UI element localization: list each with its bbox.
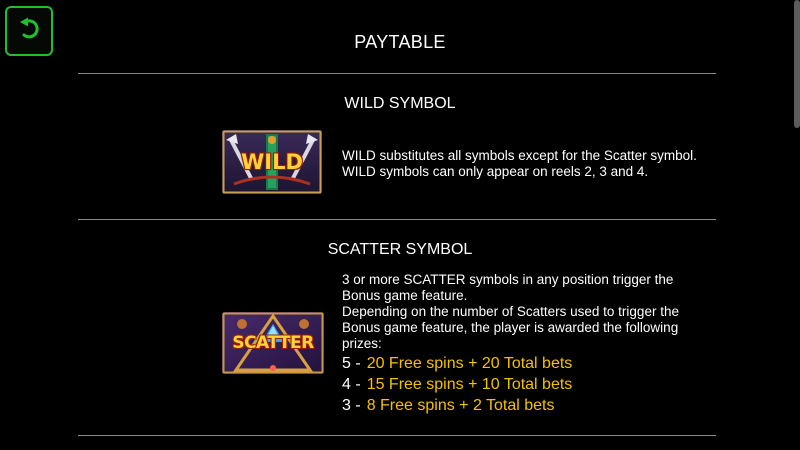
scatter-desc-line: 3 or more SCATTER symbols in any positio… [342, 272, 674, 287]
divider [78, 435, 716, 436]
divider [78, 73, 716, 74]
prize-text: 20 Free spins + 20 Total bets [366, 355, 573, 372]
divider [78, 219, 716, 220]
prize-count: 5 [342, 355, 351, 372]
scatter-desc-line: Bonus game feature, the player is awarde… [342, 320, 679, 335]
prize-count: 4 [342, 376, 351, 393]
wild-desc-line: WILD symbols can only appear on reels 2,… [342, 164, 649, 179]
prize-row: 3 -8 Free spins + 2 Total bets [342, 397, 555, 414]
scatter-desc-line: Bonus game feature. [342, 288, 468, 303]
wild-section-title: WILD SYMBOL [344, 95, 456, 112]
scatter-symbol-image: SCATTER [222, 312, 324, 374]
prize-text: 15 Free spins + 10 Total bets [366, 376, 573, 393]
wild-description: WILD substitutes all symbols except for … [342, 148, 697, 180]
scrollbar[interactable] [794, 0, 800, 450]
scatter-desc-line: prizes: [342, 336, 382, 351]
prize-text: 8 Free spins + 2 Total bets [366, 397, 555, 414]
wild-desc-line: WILD substitutes all symbols except for … [342, 148, 697, 163]
wild-symbol-label: WILD [241, 150, 303, 174]
prize-row: 5 -20 Free spins + 20 Total bets [342, 355, 573, 372]
scatter-section-title: SCATTER SYMBOL [327, 241, 473, 258]
paytable-screen: PAYTABLE WILD SYMBOL WILD WILD substitut… [0, 0, 800, 450]
prize-row: 4 -15 Free spins + 10 Total bets [342, 376, 573, 393]
scatter-description: 3 or more SCATTER symbols in any positio… [342, 272, 679, 352]
page-title: PAYTABLE [354, 32, 446, 52]
scrollbar-thumb[interactable] [794, 0, 800, 128]
scatter-symbol-label: SCATTER [232, 333, 314, 353]
prize-count: 3 [342, 397, 351, 414]
scatter-desc-line: Depending on the number of Scatters used… [342, 304, 679, 319]
wild-symbol-image: WILD [222, 130, 322, 194]
